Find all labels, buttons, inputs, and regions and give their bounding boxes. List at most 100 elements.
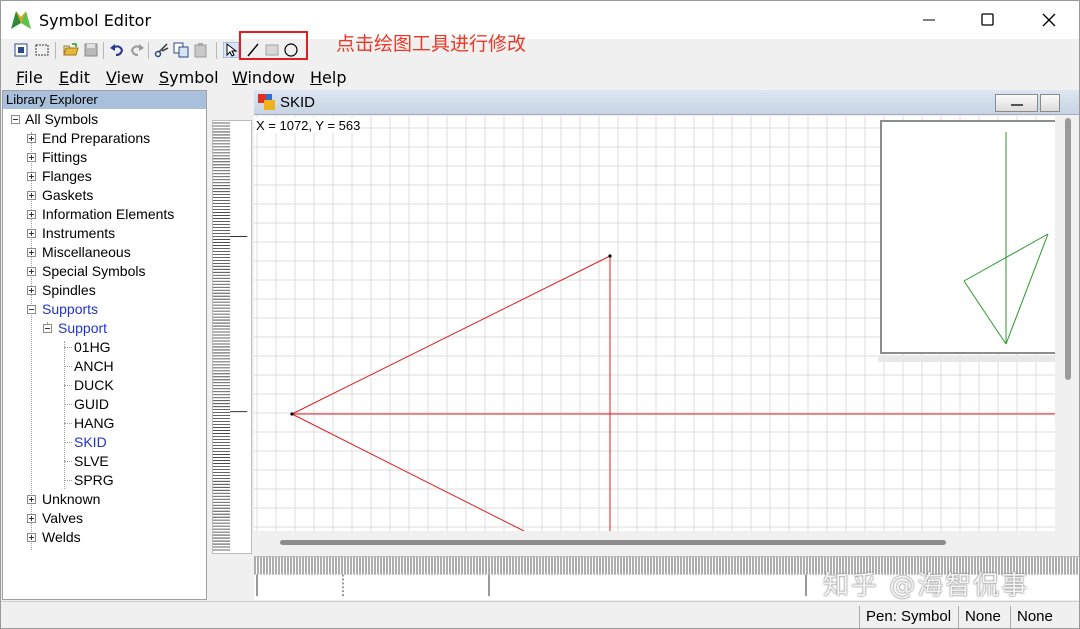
menu-help[interactable]: Help: [310, 68, 346, 87]
tree-item-category[interactable]: Miscellaneous: [25, 243, 131, 262]
tree-item-label: Gaskets: [42, 187, 94, 203]
copy-icon[interactable]: [173, 42, 189, 58]
open-icon[interactable]: [63, 42, 79, 58]
child-maximize-button[interactable]: [1040, 94, 1060, 112]
toolbar-separator: [55, 42, 56, 59]
tree-item-category[interactable]: Information Elements: [25, 205, 174, 224]
tree-item-label: 01HG: [74, 339, 111, 355]
paste-icon[interactable]: [193, 42, 209, 58]
watermark: 知乎 @海智侃事: [823, 571, 1030, 601]
tree-item-label: ANCH: [74, 358, 114, 374]
expand-icon[interactable]: [27, 191, 36, 200]
collapse-icon[interactable]: [27, 305, 36, 314]
child-title-bar: SKID: [254, 90, 1079, 115]
expand-icon[interactable]: [27, 210, 36, 219]
tree-item-label: SLVE: [74, 453, 109, 469]
menu-edit-label: dit: [69, 68, 90, 87]
tree-item-label: Support: [58, 320, 108, 336]
tree-item-label: Valves: [42, 510, 83, 526]
tree-guide: [64, 442, 72, 443]
expand-icon[interactable]: [27, 134, 36, 143]
tree-item-category[interactable]: Instruments: [25, 224, 115, 243]
expand-icon[interactable]: [27, 153, 36, 162]
menu-window-mnemonic: W: [232, 68, 248, 87]
tree-item-category[interactable]: Valves: [25, 509, 83, 528]
vertex-handle[interactable]: [290, 412, 294, 416]
undo-icon[interactable]: [109, 42, 125, 58]
tree-item-symbol[interactable]: SPRG: [74, 471, 114, 490]
tree-item-category[interactable]: Flanges: [25, 167, 92, 186]
tree-item-symbol[interactable]: HANG: [74, 414, 114, 433]
preview-drawing: [963, 132, 1049, 345]
tree-item-category[interactable]: Welds: [25, 528, 81, 547]
toolbar: [1, 39, 1079, 63]
new-icon[interactable]: [13, 42, 29, 58]
expand-icon[interactable]: [27, 495, 36, 504]
expand-icon[interactable]: [27, 248, 36, 257]
expand-icon[interactable]: [27, 229, 36, 238]
window-title: Symbol Editor: [39, 11, 152, 30]
tree-item-label: Special Symbols: [42, 263, 146, 279]
collapse-icon[interactable]: [43, 324, 52, 333]
menu-view[interactable]: View: [106, 68, 144, 87]
expand-icon[interactable]: [27, 533, 36, 542]
tree-item-symbol[interactable]: ANCH: [74, 357, 114, 376]
tree-item-symbol[interactable]: SLVE: [74, 452, 109, 471]
menu-help-mnemonic: H: [310, 68, 323, 87]
status-bar: Pen: Symbol None None: [1, 601, 1079, 628]
preview-shadow: [878, 356, 1055, 362]
tree-guide: [64, 366, 72, 367]
tree-item-category[interactable]: Special Symbols: [25, 262, 146, 281]
maximize-button[interactable]: [958, 1, 1018, 39]
vertical-scroll-thumb[interactable]: [1065, 118, 1071, 380]
tree-item-support-group[interactable]: Support: [41, 319, 107, 338]
tree-item-label: Unknown: [42, 491, 101, 507]
expand-icon[interactable]: [27, 172, 36, 181]
maximize-icon: [981, 13, 994, 26]
cut-icon[interactable]: [154, 42, 170, 58]
menu-help-label: elp: [322, 68, 347, 87]
child-minimize-button[interactable]: [995, 94, 1038, 112]
vertex-handle[interactable]: [608, 254, 612, 258]
tree-guide: [64, 347, 72, 348]
pointer-icon[interactable]: [223, 42, 239, 58]
tree-item-supports[interactable]: Supports: [25, 300, 98, 319]
library-explorer: Library Explorer All Symbols End Prepara…: [2, 90, 207, 600]
vertical-scrollbar[interactable]: [1059, 116, 1079, 531]
menu-edit[interactable]: Edit: [59, 68, 90, 87]
menu-window-label: indow: [247, 68, 296, 87]
tree-item-label: SKID: [74, 434, 107, 450]
expand-icon[interactable]: [27, 267, 36, 276]
status-field-2: None: [958, 606, 1010, 628]
menu-file[interactable]: File: [16, 68, 43, 87]
expand-icon[interactable]: [27, 514, 36, 523]
drawing-canvas[interactable]: X = 1072, Y = 563: [254, 116, 1055, 531]
tree-item-symbol[interactable]: GUID: [74, 395, 109, 414]
tree-item-label: Welds: [42, 529, 81, 545]
menu-symbol[interactable]: Symbol: [159, 68, 219, 87]
tree-item-label: All Symbols: [25, 111, 99, 127]
menu-window[interactable]: Window: [232, 68, 295, 87]
tree-item-symbol[interactable]: 01HG: [74, 338, 111, 357]
tree-item-category[interactable]: Fittings: [25, 148, 87, 167]
tree-item-category[interactable]: Gaskets: [25, 186, 93, 205]
close-button[interactable]: [1019, 1, 1079, 39]
save-icon[interactable]: [83, 42, 99, 58]
tree-item-all-symbols[interactable]: All Symbols: [5, 110, 98, 129]
tree-item-symbol-selected[interactable]: SKID: [74, 433, 107, 452]
collapse-icon[interactable]: [11, 115, 20, 124]
tree-item-category[interactable]: End Preparations: [25, 129, 150, 148]
tree-item-symbol[interactable]: DUCK: [74, 376, 114, 395]
expand-icon[interactable]: [27, 286, 36, 295]
tree-item-category[interactable]: Unknown: [25, 490, 100, 509]
minimize-button[interactable]: [899, 1, 959, 39]
tree-item-label: Information Elements: [42, 206, 175, 222]
tree-item-category[interactable]: Spindles: [25, 281, 96, 300]
menu-symbol-label: ymbol: [169, 68, 219, 87]
redo-icon[interactable]: [129, 42, 145, 58]
horizontal-scroll-thumb[interactable]: [280, 540, 946, 545]
select-area-icon[interactable]: [34, 42, 50, 58]
horizontal-scrollbar[interactable]: [254, 533, 1059, 553]
tree-item-label: GUID: [74, 396, 109, 412]
tree-guide: [64, 461, 72, 462]
